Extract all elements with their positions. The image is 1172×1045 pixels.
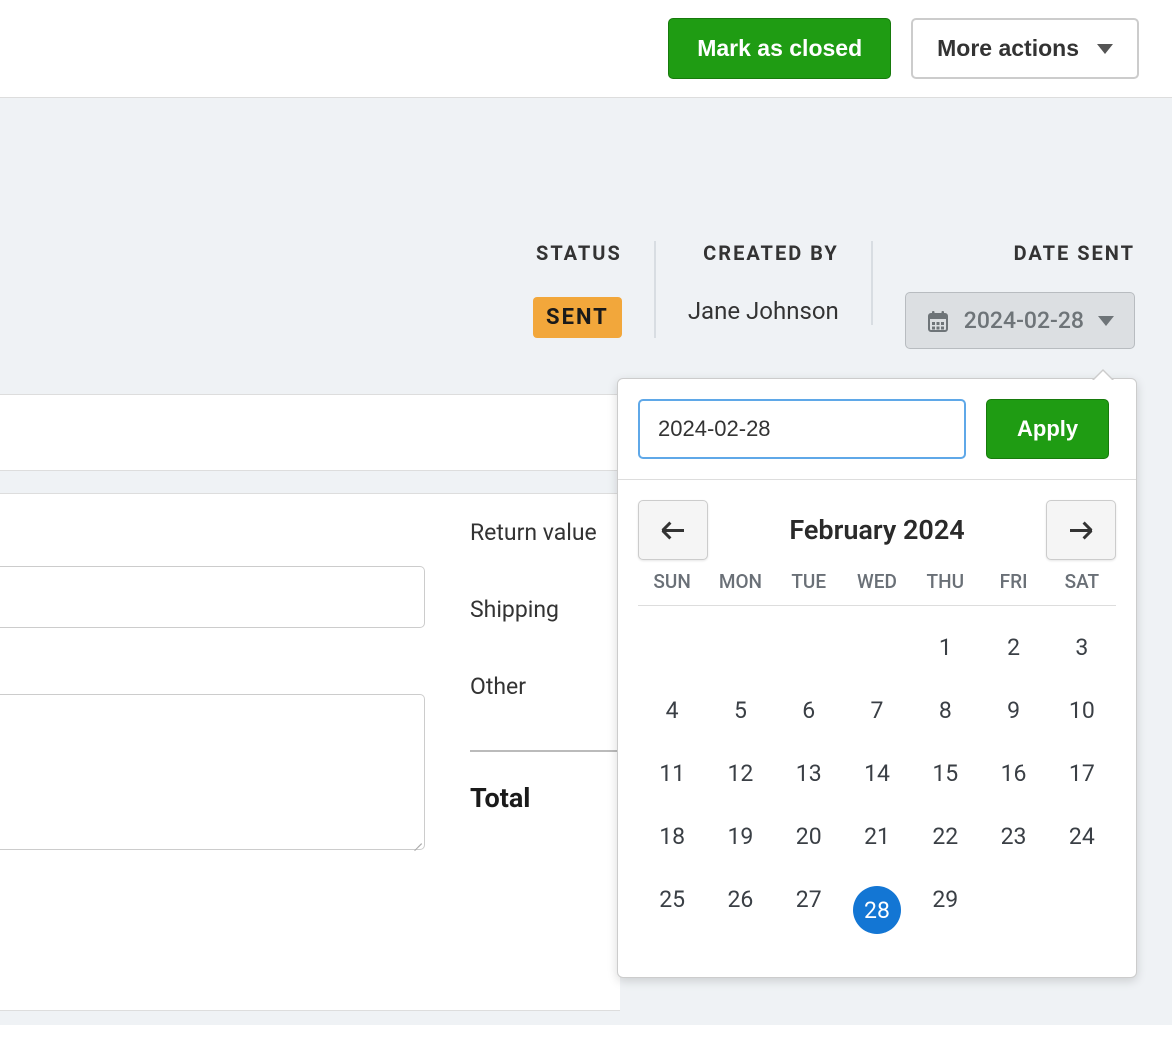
calendar-empty-cell <box>706 616 774 679</box>
return-value-label: Return value <box>470 519 620 546</box>
calendar-day-cell[interactable]: 23 <box>979 805 1047 868</box>
calendar-day-cell[interactable]: 1 <box>911 616 979 679</box>
status-badge: SENT <box>533 297 622 338</box>
calendar-day-cell[interactable]: 11 <box>638 742 706 805</box>
calendar-week-row: 11121314151617 <box>638 742 1116 805</box>
content-band <box>0 394 620 471</box>
created-by-value: Jane Johnson <box>688 297 839 325</box>
calendar-week-row: 18192021222324 <box>638 805 1116 868</box>
calendar-day-cell[interactable]: 14 <box>843 742 911 805</box>
calendar-day-cell[interactable]: 6 <box>775 679 843 742</box>
mark-closed-button[interactable]: Mark as closed <box>668 18 891 79</box>
calendar-day-cell[interactable]: 17 <box>1048 742 1116 805</box>
date-sent-dropdown[interactable]: 2024-02-28 <box>905 292 1135 349</box>
calendar-day-cell[interactable]: 9 <box>979 679 1047 742</box>
apply-button[interactable]: Apply <box>986 399 1109 459</box>
calendar-day-cell[interactable]: 12 <box>706 742 774 805</box>
calendar-day-cell[interactable]: 5 <box>706 679 774 742</box>
created-by-column: CREATED BY Jane Johnson <box>656 241 873 325</box>
calendar-day-cell[interactable]: 2 <box>979 616 1047 679</box>
top-action-bar: Mark as closed More actions <box>0 0 1172 98</box>
calendar-day-cell[interactable]: 29 <box>911 868 979 952</box>
calendar-day-cell[interactable]: 7 <box>843 679 911 742</box>
shipping-label: Shipping <box>470 596 620 623</box>
other-label: Other <box>470 673 620 700</box>
calendar-day-header: SAT <box>1048 570 1116 593</box>
calendar-day-cell[interactable]: 26 <box>706 868 774 952</box>
calendar-day-header: SUN <box>638 570 706 593</box>
calendar-day-cell[interactable]: 22 <box>911 805 979 868</box>
calendar-day-cell[interactable]: 27 <box>775 868 843 952</box>
calendar-empty-cell <box>843 616 911 679</box>
date-sent-header: DATE SENT <box>905 241 1135 265</box>
date-picker-top-row: Apply <box>618 379 1136 480</box>
calendar-day-cell[interactable]: 20 <box>775 805 843 868</box>
summary-panel: Return value Shipping Other Total <box>445 493 620 1011</box>
calendar-empty-cell <box>1048 868 1116 952</box>
calendar-day-header: TUE <box>775 570 843 593</box>
date-picker-popup: Apply February 2024 SUNMONTUEWEDTHUFRISA… <box>617 378 1137 978</box>
calendar-week-row: 123 <box>638 616 1116 679</box>
calendar-icon <box>926 309 950 333</box>
calendar-day-header: THU <box>911 570 979 593</box>
calendar-day-cell[interactable]: 15 <box>911 742 979 805</box>
date-sent-value: 2024-02-28 <box>964 307 1084 334</box>
chevron-down-icon <box>1098 316 1114 326</box>
calendar-day-cell[interactable]: 19 <box>706 805 774 868</box>
calendar-day-cell[interactable]: 25 <box>638 868 706 952</box>
calendar-header-row: SUNMONTUEWEDTHUFRISAT <box>638 570 1116 606</box>
calendar-day-cell[interactable]: 13 <box>775 742 843 805</box>
text-input[interactable] <box>0 566 425 628</box>
date-input[interactable] <box>638 399 966 459</box>
textarea-input[interactable] <box>0 694 425 850</box>
info-row: STATUS SENT CREATED BY Jane Johnson DATE… <box>0 98 1172 349</box>
more-actions-button[interactable]: More actions <box>911 18 1139 79</box>
date-picker-nav: February 2024 <box>618 480 1136 570</box>
date-sent-column: DATE SENT 2024- <box>873 241 1135 349</box>
calendar-day-cell[interactable]: 28 <box>843 868 911 952</box>
calendar-empty-cell <box>638 616 706 679</box>
calendar-day-cell[interactable]: 8 <box>911 679 979 742</box>
calendar-grid: SUNMONTUEWEDTHUFRISAT 123456789101112131… <box>618 570 1136 977</box>
calendar-day-header: MON <box>706 570 774 593</box>
total-label: Total <box>470 750 618 814</box>
status-header: STATUS <box>533 241 622 265</box>
next-month-button[interactable] <box>1046 500 1116 560</box>
chevron-down-icon <box>1097 44 1113 54</box>
arrow-right-icon <box>1070 529 1092 532</box>
resize-handle-icon[interactable] <box>408 833 422 847</box>
calendar-day-cell[interactable]: 3 <box>1048 616 1116 679</box>
content-area: STATUS SENT CREATED BY Jane Johnson DATE… <box>0 98 1172 1025</box>
status-column: STATUS SENT <box>501 241 656 338</box>
calendar-day-cell[interactable]: 4 <box>638 679 706 742</box>
calendar-empty-cell <box>979 868 1047 952</box>
calendar-day-header: FRI <box>979 570 1047 593</box>
calendar-day-cell[interactable]: 24 <box>1048 805 1116 868</box>
prev-month-button[interactable] <box>638 500 708 560</box>
calendar-day-cell[interactable]: 10 <box>1048 679 1116 742</box>
month-title: February 2024 <box>789 514 964 546</box>
calendar-day-header: WED <box>843 570 911 593</box>
calendar-day-cell[interactable]: 18 <box>638 805 706 868</box>
created-by-header: CREATED BY <box>688 241 839 265</box>
calendar-week-row: 45678910 <box>638 679 1116 742</box>
arrow-left-icon <box>662 529 684 532</box>
calendar-week-row: 2526272829 <box>638 868 1116 952</box>
more-actions-label: More actions <box>937 35 1079 62</box>
calendar-day-cell[interactable]: 21 <box>843 805 911 868</box>
calendar-body: 1234567891011121314151617181920212223242… <box>638 616 1116 952</box>
calendar-day-cell[interactable]: 16 <box>979 742 1047 805</box>
calendar-empty-cell <box>775 616 843 679</box>
